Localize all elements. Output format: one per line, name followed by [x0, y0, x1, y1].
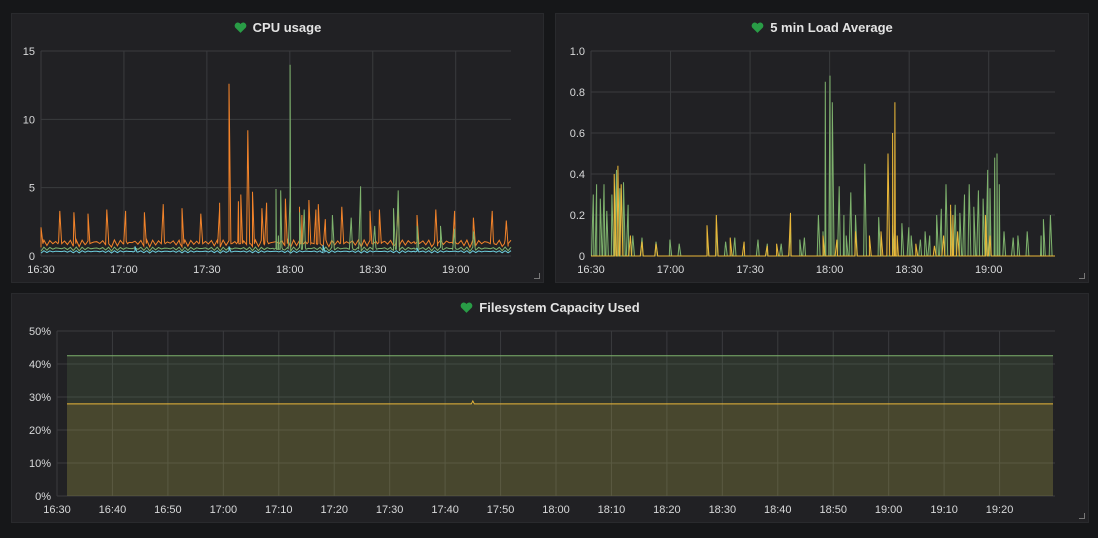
resize-handle[interactable] — [1079, 273, 1085, 279]
y-tick-label: 40% — [29, 359, 51, 371]
resize-handle[interactable] — [534, 273, 540, 279]
y-tick-label: 0.6 — [570, 128, 585, 140]
x-tick-label: 17:00 — [657, 264, 685, 276]
y-tick-label: 30% — [29, 392, 51, 404]
series-line — [40, 64, 512, 253]
load-average-chart[interactable]: 0 0.2 0.4 0.6 0.8 1.0 16:30 17:00 17:30 18:00 18:3… — [556, 14, 1090, 284]
x-tick-label: 16:30 — [27, 264, 55, 276]
x-tick-label: 18:00 — [542, 504, 570, 516]
x-tick-label: 16:50 — [154, 504, 182, 516]
cpu-usage-panel: CPU usage 0 5 10 15 16:30 17:00 17:30 18:00 18:3… — [11, 13, 544, 283]
x-tick-label: 19:20 — [986, 504, 1014, 516]
y-tick-label: 0 — [579, 251, 585, 263]
x-tick-label: 19:00 — [442, 264, 470, 276]
x-tick-label: 17:50 — [487, 504, 515, 516]
x-tick-label: 16:40 — [99, 504, 127, 516]
x-tick-label: 17:00 — [210, 504, 238, 516]
y-tick-label: 10 — [23, 114, 35, 126]
x-tick-label: 17:10 — [265, 504, 293, 516]
y-tick-label: 50% — [29, 326, 51, 338]
load-average-panel: 5 min Load Average 0 0.2 0.4 0.6 0.8 1.0 16:30… — [555, 13, 1089, 283]
y-tick-label: 10% — [29, 458, 51, 470]
x-tick-label: 19:10 — [930, 504, 958, 516]
y-tick-label: 1.0 — [570, 46, 585, 58]
x-tick-label: 17:30 — [193, 264, 221, 276]
y-tick-label: 0.2 — [570, 210, 585, 222]
y-tick-label: 0 — [29, 251, 35, 263]
series-area — [67, 403, 1053, 496]
x-tick-label: 17:20 — [320, 504, 348, 516]
x-tick-label: 18:30 — [709, 504, 737, 516]
y-tick-label: 20% — [29, 425, 51, 437]
resize-handle[interactable] — [1079, 513, 1085, 519]
y-tick-label: 5 — [29, 183, 35, 195]
filesystem-capacity-panel: Filesystem Capacity Used 0% 10% 20% 30% 40% 5… — [11, 293, 1089, 523]
filesystem-capacity-chart[interactable]: 0% 10% 20% 30% 40% 50% 16:30 16:40 16:50 17:00 17:… — [12, 294, 1090, 524]
x-tick-label: 19:00 — [975, 264, 1003, 276]
x-tick-label: 16:30 — [577, 264, 605, 276]
y-tick-label: 0.4 — [570, 169, 585, 181]
x-tick-label: 17:00 — [110, 264, 138, 276]
x-tick-label: 18:10 — [598, 504, 626, 516]
x-tick-label: 18:30 — [359, 264, 387, 276]
y-tick-label: 15 — [23, 46, 35, 58]
y-tick-label: 0.8 — [570, 87, 585, 99]
x-tick-label: 16:30 — [43, 504, 71, 516]
x-tick-label: 18:50 — [819, 504, 847, 516]
x-tick-label: 17:30 — [736, 264, 764, 276]
y-tick-label: 0% — [35, 491, 51, 503]
x-tick-label: 19:00 — [875, 504, 903, 516]
x-tick-label: 18:20 — [653, 504, 681, 516]
x-tick-label: 18:40 — [764, 504, 792, 516]
x-tick-label: 18:00 — [276, 264, 304, 276]
x-tick-label: 18:30 — [895, 264, 923, 276]
x-tick-label: 18:00 — [816, 264, 844, 276]
x-tick-label: 17:30 — [376, 504, 404, 516]
cpu-usage-chart[interactable]: 0 5 10 15 16:30 17:00 17:30 18:00 18:30 19:00 — [12, 14, 545, 284]
x-tick-label: 17:40 — [431, 504, 459, 516]
